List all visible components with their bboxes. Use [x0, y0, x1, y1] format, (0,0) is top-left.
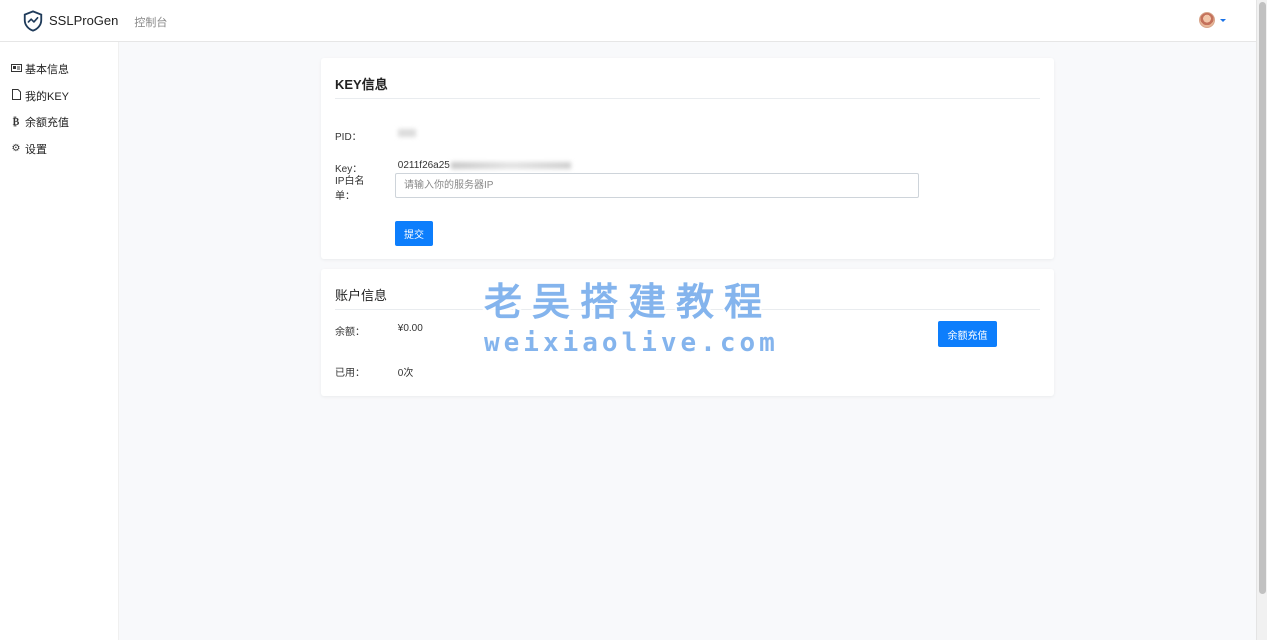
- scrollbar-thumb[interactable]: [1259, 2, 1266, 594]
- top-navbar: SSLProGen 控制台: [0, 0, 1256, 42]
- key-value-redacted: [450, 161, 571, 169]
- account-info-card: 账户信息 余额： ¥0.00 余额充值 已用： 0次: [321, 269, 1054, 396]
- recharge-button[interactable]: 余额充值: [938, 321, 997, 347]
- used-row: 已用： 0次: [335, 364, 413, 379]
- file-icon: [10, 88, 22, 103]
- bitcoin-icon: ₿: [12, 116, 20, 128]
- key-label: Key：: [335, 164, 363, 175]
- card-title: 账户信息: [335, 269, 1040, 310]
- used-value: 0次: [397, 368, 414, 379]
- used-label: 已用：: [335, 368, 365, 379]
- vertical-scrollbar[interactable]: [1256, 0, 1267, 640]
- user-menu[interactable]: [1199, 12, 1226, 28]
- console-link[interactable]: 控制台: [134, 14, 167, 30]
- pid-value-redacted: [397, 129, 416, 138]
- card-title: KEY信息: [335, 58, 1040, 99]
- key-value: 0211f26a25: [397, 160, 450, 171]
- sidebar-item-label: 我的KEY: [25, 90, 70, 103]
- sidebar-item-label: 余额充值: [25, 117, 69, 130]
- balance-row: 余额： ¥0.00: [335, 323, 423, 338]
- sidebar-item-label: 设置: [25, 143, 47, 156]
- sidebar-item-label: 基本信息: [25, 64, 69, 77]
- avatar[interactable]: [1199, 12, 1215, 28]
- brand[interactable]: SSLProGen 控制台: [22, 9, 167, 32]
- sidebar-item-settings[interactable]: ⚙ 设置: [0, 136, 118, 163]
- balance-label: 余额：: [335, 327, 365, 338]
- ip-whitelist-label: IP白名单：: [335, 176, 365, 202]
- pid-label: PID：: [335, 132, 362, 143]
- id-card-icon: [10, 63, 22, 75]
- key-info-card: KEY信息 PID： Key： 0211f26a25 IP白名单： 提交: [321, 58, 1054, 259]
- chevron-down-icon[interactable]: [1220, 18, 1226, 22]
- app-name: SSLProGen: [49, 13, 119, 28]
- sidebar-item-basic-info[interactable]: 基本信息: [0, 56, 118, 83]
- pid-row: PID：: [335, 128, 416, 143]
- submit-button[interactable]: 提交: [395, 221, 433, 246]
- balance-value: ¥0.00: [397, 323, 423, 334]
- gear-icon: ⚙: [11, 143, 21, 155]
- shield-logo-icon: [23, 9, 43, 32]
- ip-whitelist-input[interactable]: [395, 173, 919, 198]
- main-content: KEY信息 PID： Key： 0211f26a25 IP白名单： 提交 账户信…: [119, 42, 1256, 640]
- sidebar: 基本信息 我的KEY ₿ 余额充值 ⚙ 设置: [0, 42, 119, 640]
- sidebar-item-recharge[interactable]: ₿ 余额充值: [0, 109, 118, 136]
- sidebar-item-my-key[interactable]: 我的KEY: [0, 83, 118, 110]
